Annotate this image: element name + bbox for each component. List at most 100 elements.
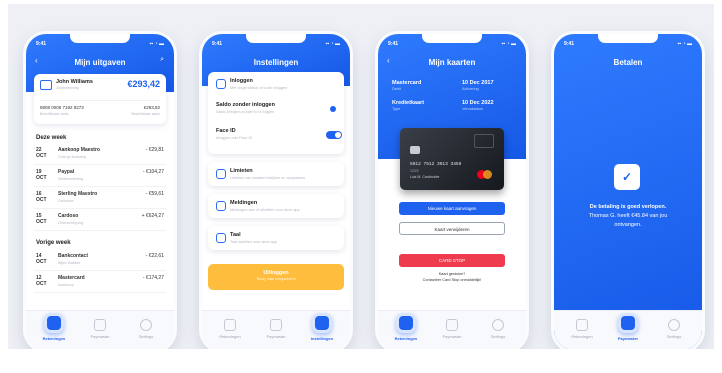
status-time: 9:41 [388,41,399,47]
transaction-row[interactable]: 14 OCT Bankcontact Bijen Bakker - €22,61 [34,250,166,271]
paymaster-icon [446,319,458,331]
tab-paymaster[interactable]: Paymaster [608,313,648,341]
account-type: Zichtrekening [56,86,79,90]
success-detail-2: ontvangen. [614,222,642,228]
paymaster-icon [270,319,282,331]
tab-settings[interactable]: Settings [126,319,166,339]
notch [598,34,658,43]
remove-card-button[interactable]: Kaart verwijderen [399,222,505,235]
showcase-background: 9:41 ▪▪ ◔ ▬ ‹ Mijn uitgaven ⌕ John Willia… [8,4,714,349]
transaction-row[interactable]: 22 OCT Aankoop Maestro Colruyt Antwerp - €29… [34,144,166,165]
logout-sub: Terug naar inlogscherm [256,277,296,281]
search-icon[interactable]: ⌕ [160,56,164,64]
faceid-toggle[interactable] [326,131,342,139]
transaction-row[interactable]: 15 OCT Cardoso Overschrijving + €624,27 [34,210,166,231]
limits-card[interactable]: Limieten Limieten van kaarten bekijken en… [208,162,344,186]
status-time: 9:41 [212,41,223,47]
card-hologram [474,134,494,148]
phone-payment: 9:41 ▪▪ ◔ ▬ Betalen ✓ De betaling is goed… [554,34,702,349]
notch [70,34,130,43]
tab-accounts[interactable]: Rekeningen [34,313,74,341]
mastercard-logo-2 [483,170,492,179]
card2-name: Kredietkaart [392,100,425,106]
language-card[interactable]: Taal Taal instellen voor deze app [208,226,344,250]
signal-icon: ▪▪ ◔ ▬ [325,41,340,47]
lock-icon [216,79,226,89]
wallet-icon [40,80,52,90]
checkmark-icon: ✓ [614,164,640,190]
card2-date: 10 Dec 2022 [462,100,494,106]
tab-accounts[interactable]: Rekeningen [210,319,250,339]
phone-cards: 9:41 ▪▪ ◔ ▬ ‹ Mijn kaarten Mastercard Deb… [378,34,526,349]
paymaster-icon [94,319,106,331]
tab-bar: Rekeningen Paymaster Instellingen [202,310,350,349]
card2-date-label: Vervaldatum [462,107,484,111]
login-settings-card: Inloggen Met vingerafdruk of code inlogge… [208,72,344,154]
accounts-icon [44,313,64,333]
limit-icon [216,169,226,179]
tab-settings[interactable]: Settings [654,319,694,339]
tab-paymaster[interactable]: Paymaster [432,319,472,339]
page-title: Betalen [613,58,643,67]
tab-paymaster[interactable]: Paymaster [80,319,120,339]
transaction-row[interactable]: 12 OCT Mastercard Aankoop - €174,27 [34,272,166,293]
transaction-row[interactable]: 19 OCT Paypal Webbestelling - €104,27 [34,166,166,187]
card-expiry: 12/22 [410,169,419,173]
notch [246,34,306,43]
iban-label: Beschikbaar saldo [40,112,69,116]
logout-button[interactable]: Uitloggen Terug naar inlogscherm [208,264,344,290]
tab-accounts[interactable]: Rekeningen [562,319,602,339]
account-name: John Williams [56,79,93,85]
tab-paymaster[interactable]: Paymaster [256,319,296,339]
page-title: Mijn uitgaven [74,58,126,67]
success-detail: Thomas G. heeft €45.84 van jou [588,213,668,219]
page-title: Mijn kaarten [428,58,476,67]
notifications-card[interactable]: Meldingen Meldingen aan of uitzetten voor… [208,194,344,218]
card1-name: Mastercard [392,80,422,86]
section-this-week: Deze week [36,135,67,141]
card1-type: Debit [392,87,401,91]
accounts-icon [224,319,236,331]
radio-dot[interactable] [330,106,336,112]
section-last-week: Vorige week [36,240,71,246]
tab-bar: Rekeningen Paymaster Settings [554,310,702,349]
tab-settings[interactable]: Instellingen [302,313,342,341]
lost-card-text-2: Contacteer Card Stop onmiddellijk! [422,278,482,282]
accounts-icon [576,319,588,331]
account-balance: €293,42 [127,79,160,89]
status-time: 9:41 [564,41,575,47]
bell-icon [216,201,226,211]
status-time: 9:41 [36,41,47,47]
card-chip [410,146,420,154]
card-number: 5612 7512 3613 3456 [410,162,462,167]
gear-icon [492,319,504,331]
available-amount: €293,82 [143,105,160,110]
card-holder: Luis M. Cardholder [410,175,440,179]
credit-card-image[interactable]: 5612 7512 3613 3456 12/22 Luis M. Cardho… [400,128,504,190]
page-title: Instellingen [253,58,299,67]
card2-type: Type [392,107,401,111]
signal-icon: ▪▪ ◔ ▬ [149,41,164,47]
phone-expenses: 9:41 ▪▪ ◔ ▬ ‹ Mijn uitgaven ⌕ John Willia… [26,34,174,349]
tab-settings[interactable]: Settings [478,319,518,339]
tab-bar: Rekeningen Paymaster Settings [378,310,526,349]
tab-accounts[interactable]: Rekeningen [386,313,426,341]
paymaster-icon [618,313,638,333]
lost-card-text: Kaart gestolen? [438,272,466,276]
divider [40,100,160,101]
account-card[interactable]: John Williams Zichtrekening €293,42 8808… [34,74,166,124]
signal-icon: ▪▪ ◔ ▬ [677,41,692,47]
card1-date-label: Activering [462,87,479,91]
accounts-icon [396,313,416,333]
request-card-button[interactable]: Nieuwe kaart aanvragen [399,202,505,215]
available-label: Beschikbaar saldo [131,112,160,116]
iban: 8808 0006 7192 8273 [40,105,84,110]
card1-date: 10 Dec 2017 [462,80,494,86]
notch [422,34,482,43]
gear-icon [312,313,332,333]
card-stop-button[interactable]: CARD STOP [399,254,505,267]
signal-icon: ▪▪ ◔ ▬ [501,41,516,47]
transaction-row[interactable]: 16 OCT Sterling Maestro Delhaize - €59,61 [34,188,166,209]
gear-icon [668,319,680,331]
language-icon [216,233,226,243]
